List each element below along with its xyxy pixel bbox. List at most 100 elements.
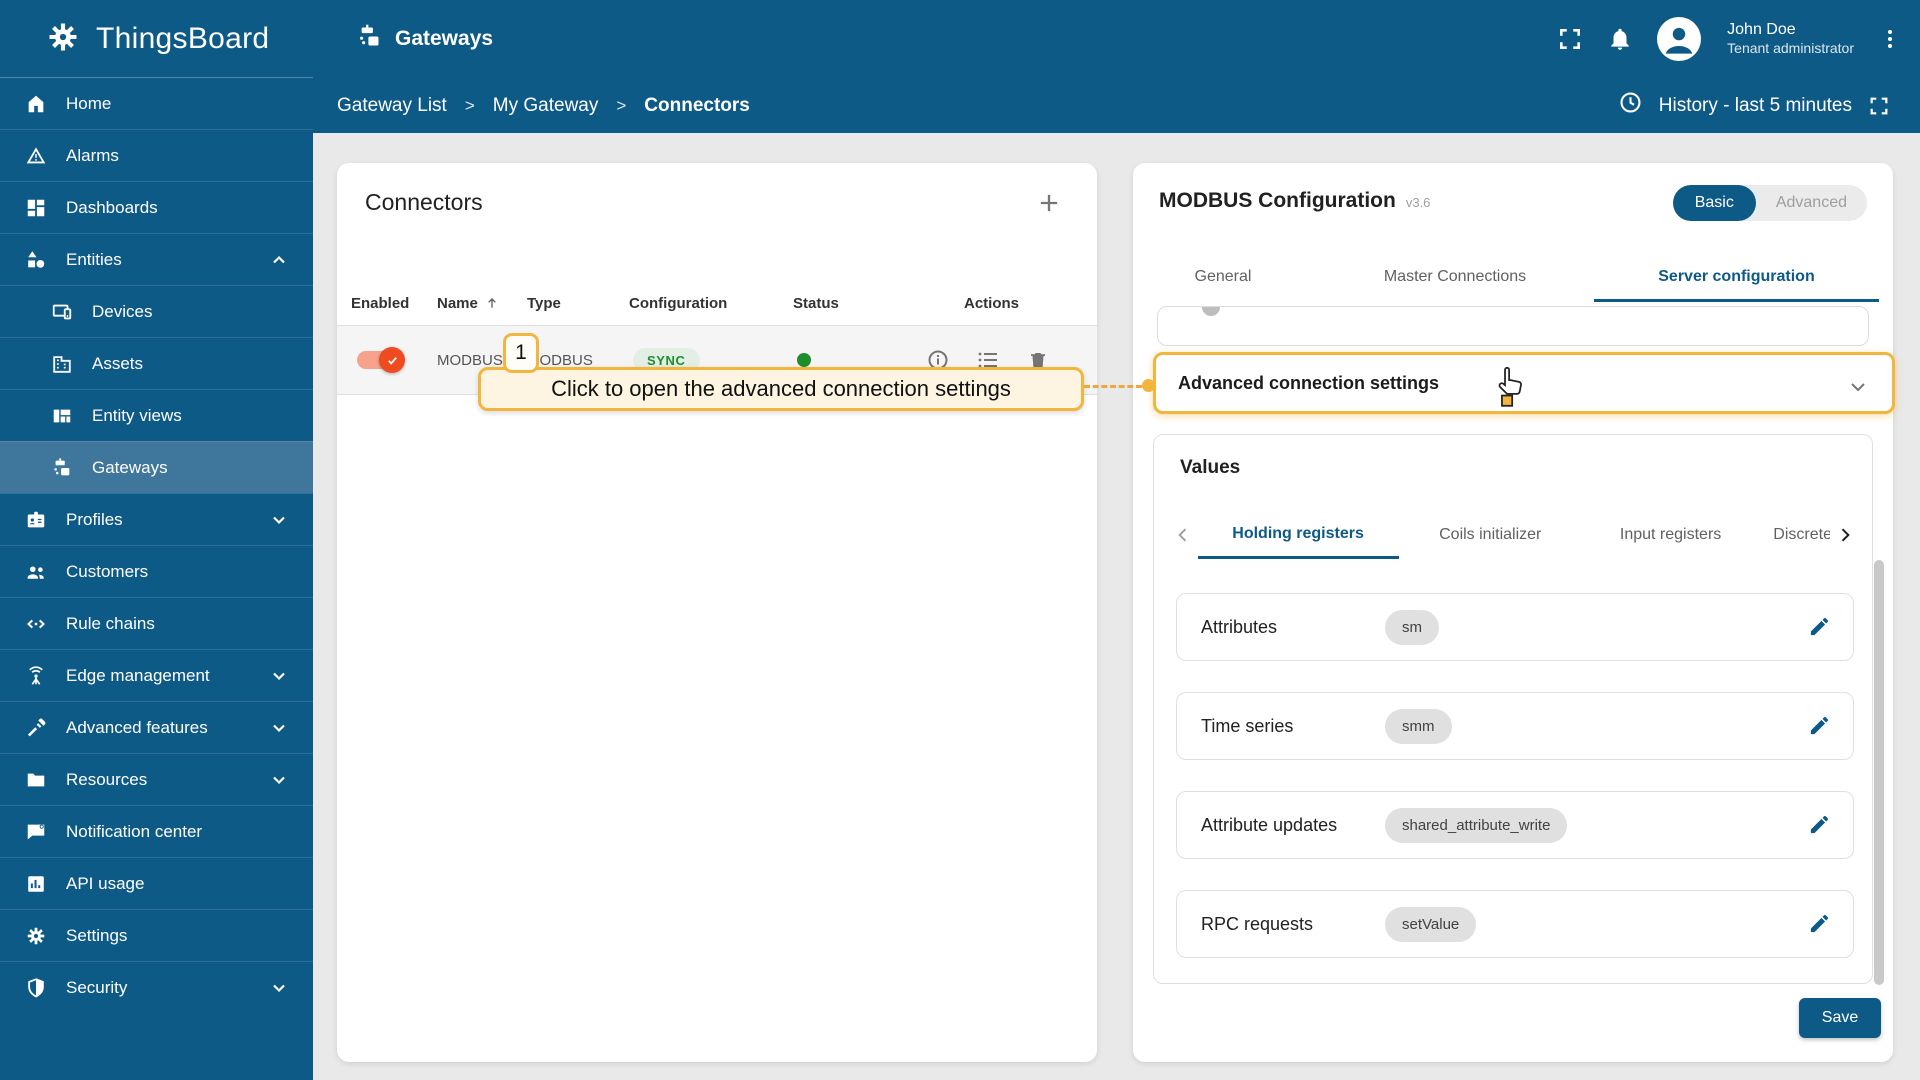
edit-pencil-icon[interactable] xyxy=(1808,912,1831,940)
sidebar-item-label: Settings xyxy=(66,925,128,945)
column-header-type: Type xyxy=(527,294,561,312)
sidebar-item-label: Profiles xyxy=(66,509,123,529)
tab-general[interactable]: General xyxy=(1173,255,1273,299)
topbar-actions: John Doe Tenant administrator xyxy=(1557,0,1902,78)
edit-pencil-icon[interactable] xyxy=(1808,714,1831,742)
sidebar-item-entity-views[interactable]: Entity views xyxy=(0,389,313,441)
sort-asc-icon xyxy=(484,295,500,311)
kebab-menu-icon[interactable] xyxy=(1878,27,1902,51)
values-title: Values xyxy=(1180,457,1241,478)
rule-chains-icon xyxy=(24,613,48,635)
panel-scrollbar[interactable] xyxy=(1874,560,1884,985)
annotation-dashed-connector xyxy=(1084,385,1142,388)
gateway-icon xyxy=(50,457,74,479)
mode-basic-button[interactable]: Basic xyxy=(1672,185,1756,221)
sidebar-item-label: Notification center xyxy=(66,821,203,841)
column-header-name[interactable]: Name xyxy=(437,281,500,325)
home-icon xyxy=(24,93,48,115)
sidebar-item-profiles[interactable]: Profiles xyxy=(0,493,313,545)
expand-timewindow-icon[interactable] xyxy=(1868,95,1890,117)
sidebar-item-settings[interactable]: Settings xyxy=(0,909,313,961)
sidebar-item-dashboards[interactable]: Dashboards xyxy=(0,181,313,233)
notifications-bell-icon[interactable] xyxy=(1607,26,1633,52)
sidebar-item-label: Devices xyxy=(92,301,153,321)
sidebar-item-label: Gateways xyxy=(92,457,168,477)
sidebar-item-assets[interactable]: Assets xyxy=(0,337,313,389)
sidebar-item-home[interactable]: Home xyxy=(0,78,313,129)
sidebar-item-customers[interactable]: Customers xyxy=(0,545,313,597)
config-header: MODBUS Configuration v3.6 xyxy=(1159,189,1430,213)
edit-pencil-icon[interactable] xyxy=(1808,813,1831,841)
sidebar-item-resources[interactable]: Resources xyxy=(0,753,313,805)
column-header-configuration: Configuration xyxy=(629,294,728,312)
sidebar-item-alarms[interactable]: Alarms xyxy=(0,129,313,181)
connector-enabled-toggle[interactable] xyxy=(357,347,405,373)
chevron-down-icon xyxy=(269,978,289,998)
fullscreen-icon[interactable] xyxy=(1557,26,1583,52)
sidebar-item-edge-management[interactable]: Edge management xyxy=(0,649,313,701)
value-row-label: RPC requests xyxy=(1201,913,1314,934)
tab-discrete-inputs[interactable]: Discrete inputs xyxy=(1759,513,1830,557)
history-label: History - last 5 minutes xyxy=(1658,94,1852,116)
sidebar-item-label: Advanced features xyxy=(66,717,208,737)
user-info[interactable]: John Doe Tenant administrator xyxy=(1727,20,1854,58)
tab-master-connections[interactable]: Master Connections xyxy=(1345,255,1565,299)
sidebar-item-api-usage[interactable]: API usage xyxy=(0,857,313,909)
value-chip: setValue xyxy=(1385,906,1477,942)
annotation-connector-dot xyxy=(1142,379,1155,392)
tab-holding-registers[interactable]: Holding registers xyxy=(1197,512,1399,559)
breadcrumb-separator: > xyxy=(464,95,475,115)
save-button[interactable]: Save xyxy=(1799,998,1881,1038)
value-row-label: Time series xyxy=(1201,715,1294,736)
sidebar-item-label: Resources xyxy=(66,769,148,789)
modbus-config-panel: MODBUS Configuration v3.6 Basic Advanced… xyxy=(1133,163,1895,1062)
value-chip: sm xyxy=(1385,609,1439,645)
connectors-panel: Connectors Enabled Name Type Configurati… xyxy=(337,163,1097,1062)
annotation-step-badge: 1 xyxy=(503,333,539,373)
tools-icon xyxy=(24,717,48,739)
sidebar-item-label: Edge management xyxy=(66,665,210,685)
user-avatar[interactable] xyxy=(1657,17,1702,61)
assets-icon xyxy=(50,353,74,375)
tab-server-configuration[interactable]: Server configuration xyxy=(1594,255,1879,302)
tab-scroll-right-icon[interactable] xyxy=(1830,525,1860,545)
message-icon xyxy=(24,821,48,843)
add-connector-button[interactable] xyxy=(1035,189,1063,217)
column-header-name-label: Name xyxy=(437,294,478,312)
sidebar-item-devices[interactable]: Devices xyxy=(0,285,313,337)
user-name: John Doe xyxy=(1727,21,1796,39)
sidebar-item-rule-chains[interactable]: Rule chains xyxy=(0,597,313,649)
sidebar-item-label: Assets xyxy=(92,353,144,373)
chevron-down-icon xyxy=(269,770,289,790)
edit-pencil-icon[interactable] xyxy=(1808,615,1831,643)
connector-enabled-cell xyxy=(357,326,405,394)
sidebar-item-entities[interactable]: Entities xyxy=(0,233,313,285)
mode-advanced-button[interactable]: Advanced xyxy=(1756,194,1867,212)
sidebar-item-label: Dashboards xyxy=(66,197,158,217)
timewindow-control[interactable]: History - last 5 minutes xyxy=(1618,78,1890,133)
tab-input-registers[interactable]: Input registers xyxy=(1582,513,1759,557)
gateway-icon xyxy=(356,23,383,55)
folder-icon xyxy=(24,769,48,791)
tab-scroll-left-icon[interactable] xyxy=(1168,525,1198,545)
dashboards-icon xyxy=(24,197,48,219)
value-row-attribute-updates: Attribute updates shared_attribute_write xyxy=(1176,791,1854,859)
sidebar-item-advanced-features[interactable]: Advanced features xyxy=(0,701,313,753)
sidebar-nav: Home Alarms Dashboards Entities Devices … xyxy=(0,78,313,1080)
breadcrumb-bar: Gateway List > My Gateway > Connectors H… xyxy=(313,78,1920,133)
sidebar-item-notification-center[interactable]: Notification center xyxy=(0,805,313,857)
config-version: v3.6 xyxy=(1405,195,1431,210)
breadcrumb-gateway-list[interactable]: Gateway List xyxy=(337,95,447,117)
sidebar-item-security[interactable]: Security xyxy=(0,961,313,1013)
breadcrumb-my-gateway[interactable]: My Gateway xyxy=(493,95,599,117)
entities-icon xyxy=(24,249,48,271)
logo[interactable]: ThingsBoard xyxy=(44,0,269,78)
value-chip: shared_attribute_write xyxy=(1385,807,1568,843)
devices-icon xyxy=(50,301,74,323)
page-title-label: Gateways xyxy=(395,27,494,50)
status-active-dot xyxy=(797,353,811,367)
scrolled-form-section xyxy=(1157,306,1869,346)
logo-text: ThingsBoard xyxy=(96,22,270,55)
tab-coils-initializer[interactable]: Coils initializer xyxy=(1399,513,1582,557)
sidebar-item-gateways[interactable]: Gateways xyxy=(0,441,313,493)
